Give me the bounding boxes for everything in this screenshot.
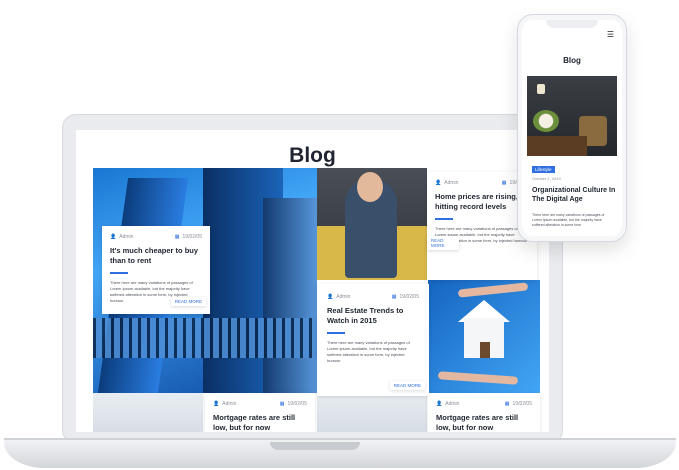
laptop-notch: [270, 442, 360, 450]
house-in-hands-photo: [428, 280, 540, 393]
accent-divider: [110, 272, 128, 274]
card-title[interactable]: It's much cheaper to buy than to rent: [110, 246, 202, 266]
post-date: October 1, 2019: [532, 176, 561, 181]
author: Admin: [445, 401, 460, 407]
date: 19/02/05: [399, 294, 419, 300]
author: Admin: [119, 234, 134, 240]
card-title[interactable]: Home prices are rising, hitting record l…: [435, 192, 529, 212]
bottom-left-photo: [93, 393, 203, 432]
category-badge[interactable]: Lifestyle: [532, 166, 555, 173]
date: 19/02/05: [287, 401, 307, 407]
menu-icon[interactable]: ☰: [607, 30, 614, 39]
person-icon: 👤: [110, 234, 117, 240]
accent-divider: [435, 218, 453, 220]
card-title[interactable]: Mortgage rates are still low, but for no…: [213, 413, 307, 432]
author: Admin: [444, 180, 459, 186]
calendar-icon: ▦: [279, 401, 285, 407]
blog-card[interactable]: 👤 Admin ▦ 19/02/05 It's much cheaper to bu…: [102, 226, 210, 314]
calendar-icon: ▦: [501, 180, 507, 186]
read-more-button[interactable]: READ MORE: [170, 297, 206, 306]
person-icon: 👤: [435, 180, 442, 186]
card-title[interactable]: Real Estate Trends to Watch in 2015: [327, 306, 419, 326]
calendar-icon: ▦: [504, 401, 510, 407]
author: Admin: [222, 401, 237, 407]
page-title: Blog: [289, 144, 336, 167]
accent-divider: [327, 332, 345, 334]
blog-card[interactable]: 👤 Admin ▦ 19/02/05 Mortgage rates are stil…: [428, 393, 540, 432]
phone-notch: [546, 20, 598, 28]
man-with-tablet-photo: [317, 168, 427, 280]
calendar-icon: ▦: [174, 234, 180, 240]
card-title[interactable]: Mortgage rates are still low, but for no…: [436, 413, 532, 432]
laptop-screen: Blog 👤 Admin ▦ 19/02/05 It's much cheaper …: [76, 130, 549, 432]
calendar-icon: ▦: [391, 294, 397, 300]
person-icon: 👤: [213, 401, 220, 407]
blog-card[interactable]: 👤 Admin ▦ 19/02/05 Mortgage rates are stil…: [205, 393, 315, 432]
date: 19/02/05: [512, 401, 532, 407]
read-more-button[interactable]: READ MORE: [427, 236, 459, 250]
card-excerpt: There here are many variations of passag…: [327, 340, 410, 363]
person-icon: 👤: [327, 294, 334, 300]
read-more-button[interactable]: READ MORE: [389, 381, 425, 390]
bottom-mid-photo: [317, 393, 427, 432]
author: Admin: [336, 294, 351, 300]
blog-card[interactable]: 👤 Admin ▦ 19/02/05 Real Estate Trends to W…: [317, 284, 429, 396]
post-excerpt: There here are many variations of passag…: [532, 213, 605, 227]
date: 19/02/05: [182, 234, 202, 240]
post-title[interactable]: Organizational Culture In The Digital Ag…: [532, 186, 616, 204]
phone-screen: ☰ Blog Lifestyle October 1, 2019 Organiz…: [522, 20, 622, 236]
person-icon: 👤: [436, 401, 443, 407]
interior-photo: [527, 76, 617, 156]
phone-page-title: Blog: [563, 56, 581, 65]
